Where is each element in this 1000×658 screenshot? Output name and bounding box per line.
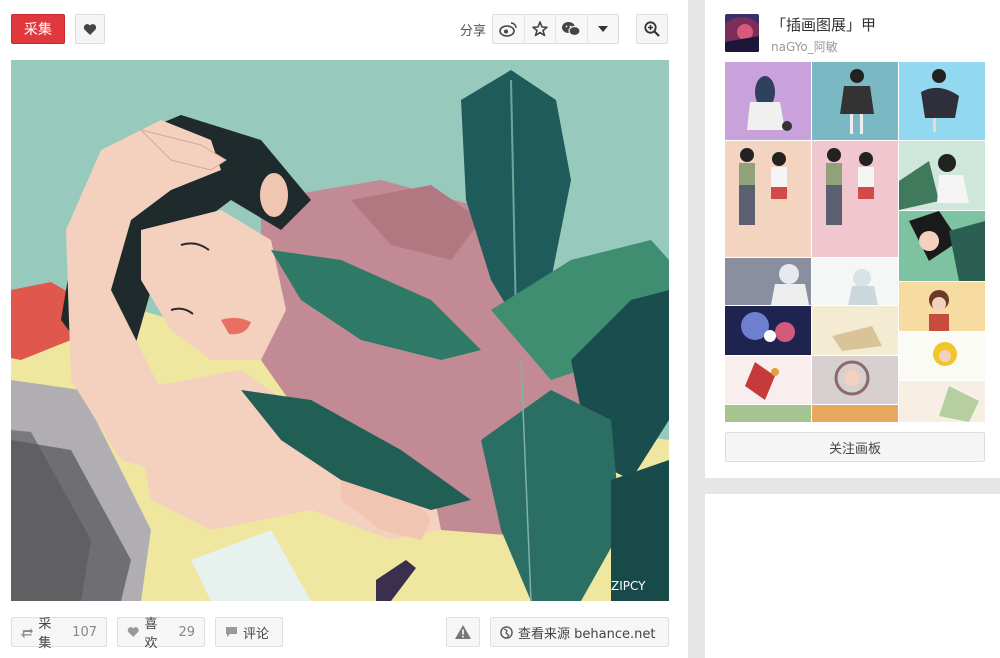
wechat-icon: [562, 22, 581, 37]
board-thumbnail[interactable]: [899, 381, 985, 422]
share-more-button[interactable]: [588, 15, 619, 43]
board-card: 「插画图展」甲 naGYo_阿敏 关注画板: [705, 0, 1000, 478]
comment-button[interactable]: 评论: [215, 617, 283, 647]
board-thumbnail[interactable]: [899, 282, 985, 331]
like-button[interactable]: [75, 14, 105, 44]
artwork-signature: ZIPCY: [611, 579, 646, 593]
follow-board-button[interactable]: 关注画板: [725, 432, 985, 462]
avatar[interactable]: [725, 14, 759, 52]
repin-button[interactable]: 采集 107: [11, 617, 107, 651]
like-action-button[interactable]: 喜欢 29: [117, 617, 205, 651]
follow-board-label: 关注画板: [828, 441, 881, 457]
share-group: [492, 14, 619, 44]
board-thumbnail[interactable]: [725, 141, 811, 257]
zoom-button[interactable]: [636, 14, 668, 44]
board-owner[interactable]: naGYo_阿敏: [771, 38, 838, 55]
board-thumbnail[interactable]: [899, 141, 985, 210]
repin-icon: [21, 627, 33, 638]
warning-icon: [455, 625, 471, 639]
zoom-in-icon: [644, 21, 660, 37]
view-source-label: 查看来源 behance.net: [518, 626, 656, 642]
board-thumbnail[interactable]: [899, 62, 985, 140]
globe-icon: [500, 625, 513, 639]
board-thumbnail[interactable]: [812, 306, 898, 355]
illustration: ZIPCY: [11, 60, 669, 601]
heart-icon: [127, 627, 139, 637]
board-thumbnail[interactable]: [725, 306, 811, 355]
star-icon: [531, 21, 548, 37]
board-thumbnail[interactable]: [899, 332, 985, 380]
share-favorite-button[interactable]: [525, 15, 556, 43]
board-thumbnail[interactable]: [812, 62, 898, 140]
board-thumbnail[interactable]: [812, 405, 898, 422]
comment-icon: [226, 627, 237, 637]
comment-label: 评论: [243, 626, 270, 642]
board-thumbnail[interactable]: [812, 356, 898, 404]
weibo-icon: [499, 22, 517, 37]
board-thumbnail[interactable]: [812, 141, 898, 257]
sidebar-card: [705, 494, 1000, 658]
like-count: 29: [178, 624, 195, 640]
share-label: 分享: [460, 24, 487, 39]
repin-count: 107: [72, 624, 97, 640]
board-thumbnail[interactable]: [725, 258, 811, 305]
heart-icon: [83, 23, 97, 35]
board-thumbnail[interactable]: [899, 211, 985, 281]
board-thumbnail[interactable]: [725, 62, 811, 140]
pin-panel: 采集 分享 ZIPCY 采集 107 喜欢 29 评论 查看来源 behance…: [0, 0, 688, 658]
like-label: 喜欢: [144, 617, 158, 651]
board-thumbnail[interactable]: [725, 405, 811, 422]
board-thumbnail[interactable]: [812, 258, 898, 305]
board-sidebar: 「插画图展」甲 naGYo_阿敏 关注画板: [705, 0, 1000, 658]
board-thumbnail[interactable]: [725, 356, 811, 404]
report-button[interactable]: [446, 617, 480, 647]
chevron-down-icon: [597, 26, 608, 32]
collect-button[interactable]: 采集: [11, 14, 65, 44]
board-thumbnails: [725, 62, 985, 422]
share-wechat-button[interactable]: [556, 15, 588, 43]
share-weibo-button[interactable]: [493, 15, 525, 43]
collect-button-label: 采集: [24, 22, 52, 38]
board-title[interactable]: 「插画图展」甲: [771, 14, 876, 35]
view-source-button[interactable]: 查看来源 behance.net: [490, 617, 669, 647]
repin-label: 采集: [38, 617, 52, 651]
pin-image[interactable]: ZIPCY: [11, 60, 669, 601]
